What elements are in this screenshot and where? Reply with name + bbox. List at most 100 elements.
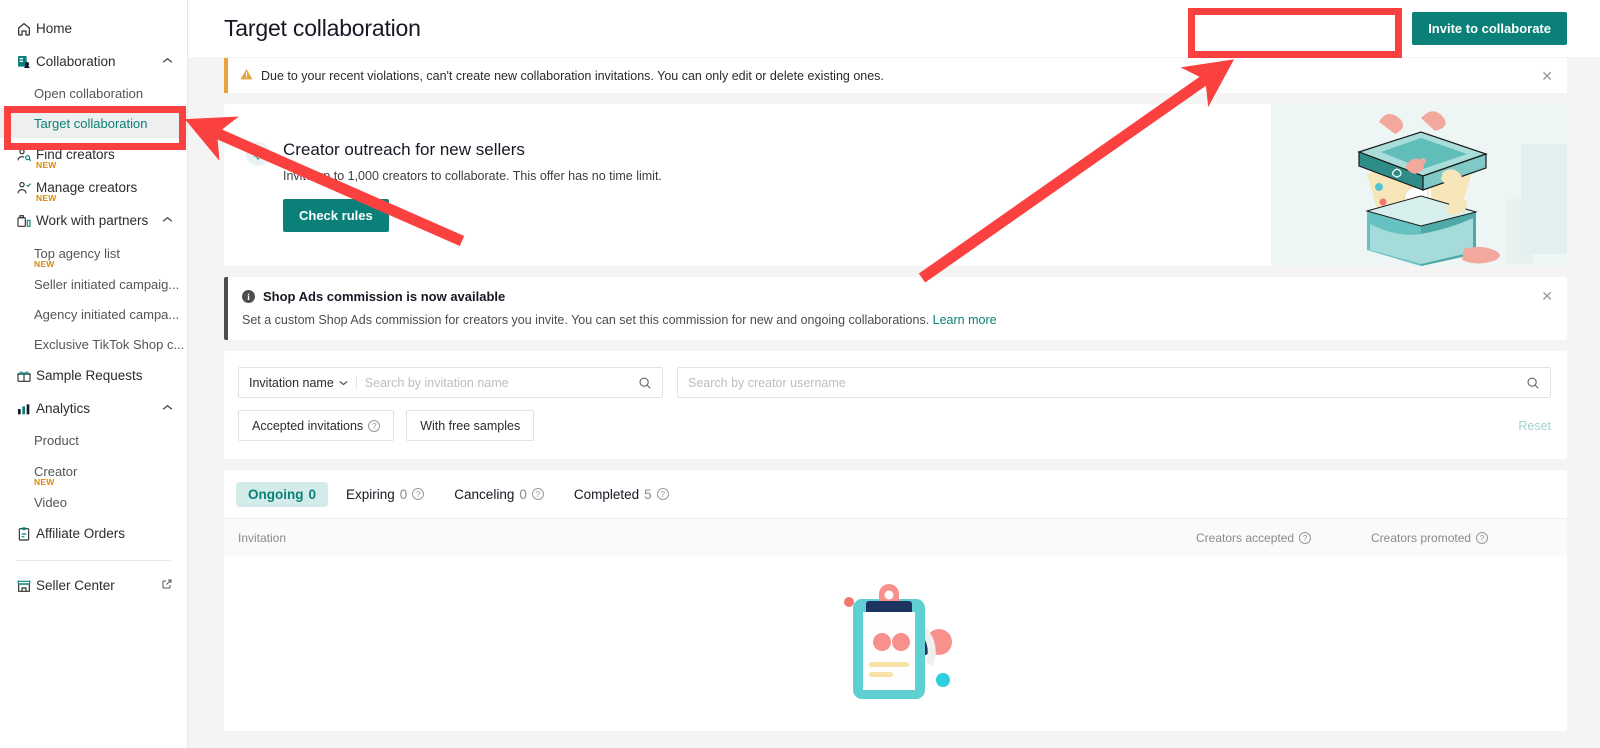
tab-canceling[interactable]: Canceling 0 ? bbox=[442, 482, 556, 507]
find-creators-icon bbox=[16, 146, 36, 164]
invitation-search-box[interactable]: Invitation name bbox=[238, 367, 663, 398]
sidebar-item-seller-center[interactable]: Seller Center bbox=[0, 569, 187, 602]
check-rules-button[interactable]: Check rules bbox=[283, 199, 389, 232]
chevron-up-icon[interactable] bbox=[159, 56, 173, 67]
search-icon[interactable] bbox=[638, 376, 652, 390]
chevron-down-icon bbox=[339, 378, 348, 388]
help-icon[interactable]: ? bbox=[368, 419, 381, 432]
gift-box-tiktok-illustration bbox=[1271, 104, 1567, 266]
sidebar-item-label: Affiliate Orders bbox=[36, 526, 126, 541]
search-icon[interactable] bbox=[1526, 376, 1540, 390]
sidebar-item-label: Manage creators bbox=[36, 180, 138, 195]
creator-search-input[interactable] bbox=[688, 375, 1526, 390]
invitation-name-select[interactable]: Invitation name bbox=[249, 376, 348, 390]
accepted-invitations-chip[interactable]: Accepted invitations ? bbox=[238, 410, 395, 441]
lightbulb-icon bbox=[246, 142, 270, 166]
tab-ongoing[interactable]: Ongoing 0 bbox=[236, 481, 328, 507]
empty-clipboard-illustration bbox=[831, 584, 961, 717]
sidebar-item-label: Agency initiated campa... bbox=[34, 306, 180, 322]
tab-label: Expiring bbox=[346, 486, 395, 502]
sidebar-item-analytics-creator[interactable]: Creator NEW bbox=[0, 455, 187, 488]
sidebar-item-find-creators[interactable]: Find creators NEW bbox=[0, 138, 187, 171]
help-icon[interactable]: ? bbox=[412, 488, 425, 500]
filters-panel: Invitation name Search by invitation nam… bbox=[224, 351, 1567, 459]
sidebar-item-label: Video bbox=[34, 494, 68, 510]
sidebar-item-target-collaboration[interactable]: Target collaboration bbox=[0, 108, 187, 138]
sidebar-item-agency-initiated-campaigns[interactable]: Agency initiated campa... bbox=[0, 299, 187, 329]
filter-search-row: Invitation name bbox=[238, 367, 1551, 398]
close-icon[interactable]: ✕ bbox=[1541, 69, 1553, 83]
info-banner-text-row: Set a custom Shop Ads commission for cre… bbox=[242, 313, 1541, 327]
new-badge: NEW bbox=[36, 160, 57, 170]
clipboard-icon bbox=[16, 525, 36, 543]
sidebar-item-seller-initiated-campaigns[interactable]: Seller initiated campaig... bbox=[0, 269, 187, 299]
sidebar-item-label: Collaboration bbox=[36, 54, 116, 69]
sidebar-item-label: Exclusive TikTok Shop c... bbox=[34, 336, 185, 352]
sidebar-item-manage-creators[interactable]: Manage creators NEW bbox=[0, 171, 187, 204]
sidebar-item-analytics[interactable]: Analytics bbox=[0, 392, 187, 425]
sidebar-item-home[interactable]: Home bbox=[0, 12, 187, 45]
sidebar-item-affiliate-orders[interactable]: Affiliate Orders bbox=[0, 517, 187, 550]
close-icon[interactable]: ✕ bbox=[1541, 289, 1553, 327]
creator-search-box[interactable] bbox=[677, 367, 1551, 398]
partners-icon bbox=[16, 212, 36, 230]
sidebar-item-exclusive-tiktok-shop[interactable]: Exclusive TikTok Shop c... bbox=[0, 329, 187, 359]
help-icon[interactable]: ? bbox=[531, 488, 544, 500]
tab-count: 0 bbox=[519, 486, 527, 502]
shop-ads-info-banner: i Shop Ads commission is now available S… bbox=[224, 277, 1567, 340]
sidebar-item-label: Analytics bbox=[36, 401, 91, 416]
tab-expiring[interactable]: Expiring 0 ? bbox=[334, 482, 436, 507]
sidebar-item-analytics-product[interactable]: Product bbox=[0, 425, 187, 455]
column-invitation: Invitation bbox=[238, 530, 287, 545]
main-content: Target collaboration Invite to collabora… bbox=[188, 0, 1600, 748]
chevron-up-icon[interactable] bbox=[159, 215, 173, 226]
sidebar-item-analytics-video[interactable]: Video bbox=[0, 487, 187, 517]
warning-text: Due to your recent violations, can't cre… bbox=[261, 68, 884, 83]
collaboration-icon bbox=[16, 53, 36, 71]
column-label: Creators accepted bbox=[1196, 530, 1295, 545]
new-badge: NEW bbox=[34, 259, 55, 269]
invitation-name-select-label: Invitation name bbox=[249, 375, 334, 390]
warning-triangle-icon bbox=[240, 68, 253, 83]
sidebar-item-open-collaboration[interactable]: Open collaboration bbox=[0, 78, 187, 108]
column-label: Creators promoted bbox=[1371, 530, 1472, 545]
info-banner-body: i Shop Ads commission is now available S… bbox=[242, 289, 1541, 327]
sidebar-item-collaboration[interactable]: Collaboration bbox=[0, 45, 187, 78]
content-area: Due to your recent violations, can't cre… bbox=[188, 58, 1600, 731]
tab-label: Completed bbox=[573, 486, 640, 502]
help-icon[interactable]: ? bbox=[1299, 531, 1312, 544]
sidebar-item-sample-requests[interactable]: Sample Requests bbox=[0, 359, 187, 392]
invite-to-collaborate-button[interactable]: Invite to collaborate bbox=[1412, 12, 1567, 45]
sidebar-item-label: Seller Center bbox=[36, 578, 115, 593]
learn-more-link[interactable]: Learn more bbox=[933, 313, 997, 327]
manage-creators-icon bbox=[16, 179, 36, 197]
chevron-up-icon[interactable] bbox=[159, 403, 173, 414]
analytics-icon bbox=[16, 400, 36, 418]
external-link-icon[interactable] bbox=[159, 578, 173, 593]
help-icon[interactable]: ? bbox=[656, 488, 669, 500]
new-badge: NEW bbox=[34, 477, 55, 487]
tab-label: Ongoing bbox=[248, 486, 304, 502]
sidebar-item-label: Seller initiated campaig... bbox=[34, 276, 180, 292]
sidebar-item-label: Sample Requests bbox=[36, 368, 143, 383]
page-title: Target collaboration bbox=[224, 15, 421, 41]
reset-button[interactable]: Reset bbox=[1518, 419, 1551, 433]
table-header: Invitation Creators accepted ? Creators … bbox=[224, 518, 1567, 556]
divider bbox=[355, 375, 357, 390]
home-icon bbox=[16, 20, 36, 38]
sidebar-item-label: Home bbox=[36, 21, 73, 36]
promo-title: Creator outreach for new sellers bbox=[283, 140, 525, 159]
promo-heading-row: Creator outreach for new sellers Invite … bbox=[246, 140, 1271, 232]
sidebar-divider bbox=[16, 560, 171, 561]
column-creators-promoted: Creators promoted ? bbox=[1371, 531, 1551, 545]
creator-outreach-promo-card: Creator outreach for new sellers Invite … bbox=[224, 104, 1567, 266]
search-input[interactable] bbox=[364, 375, 638, 390]
sidebar: Home Collaboration Open collaboration Ta… bbox=[0, 0, 188, 748]
new-badge: NEW bbox=[36, 193, 57, 203]
sidebar-item-top-agency-list[interactable]: Top agency list NEW bbox=[0, 237, 187, 270]
chip-label: Accepted invitations bbox=[252, 418, 364, 433]
tab-completed[interactable]: Completed 5 ? bbox=[562, 482, 681, 507]
help-icon[interactable]: ? bbox=[1476, 531, 1489, 544]
sidebar-item-work-with-partners[interactable]: Work with partners bbox=[0, 204, 187, 237]
with-free-samples-chip[interactable]: With free samples bbox=[406, 410, 535, 441]
